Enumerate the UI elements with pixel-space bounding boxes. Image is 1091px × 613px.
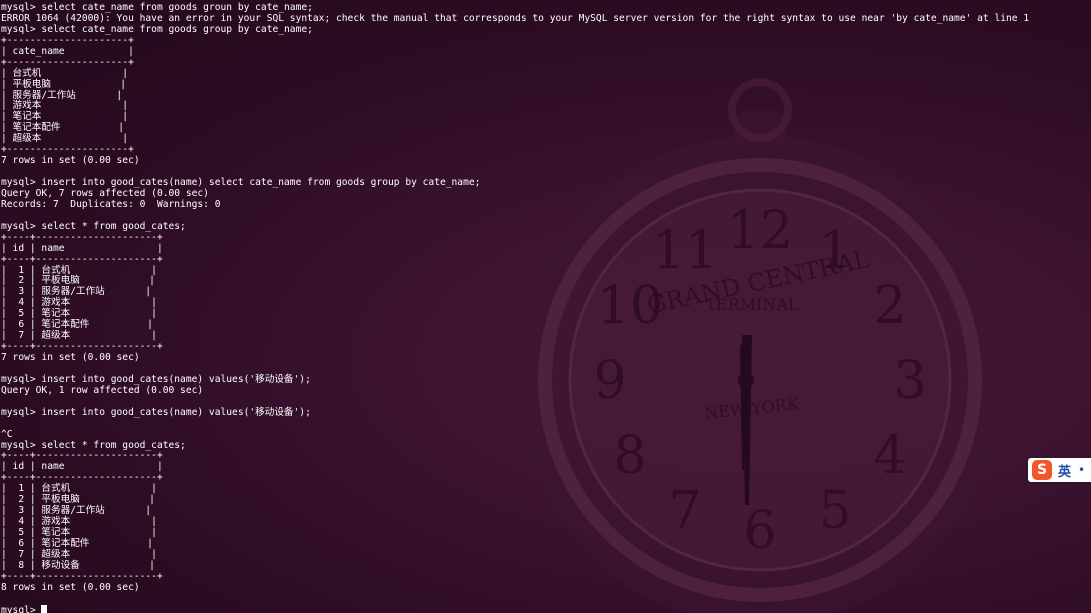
terminal-line: | 4 | 游戏本 | bbox=[1, 516, 157, 528]
input-method-indicator[interactable]: S 英 • bbox=[1028, 458, 1091, 482]
ime-mode-label[interactable]: 英 bbox=[1058, 461, 1071, 480]
terminal-line: | 5 | 笔记本 | bbox=[1, 527, 157, 538]
terminal-line: | 3 | 服务器/工作站 | bbox=[1, 505, 151, 517]
terminal-line: | 2 | 平板电脑 | bbox=[1, 494, 155, 506]
terminal-line: | 2 | 平板电脑 | bbox=[1, 275, 155, 287]
terminal-line: | 7 | 超级本 | bbox=[1, 548, 157, 560]
terminal-line: +---------------------+ bbox=[1, 56, 134, 68]
terminal-line: | cate_name | bbox=[1, 45, 134, 57]
terminal-line: ^C bbox=[1, 428, 13, 440]
sogou-logo-icon: S bbox=[1032, 460, 1052, 480]
terminal-line: mysql> select * from good_cates; bbox=[1, 439, 186, 451]
text-cursor bbox=[41, 604, 47, 613]
terminal-line: | 笔记本 | bbox=[1, 111, 128, 123]
terminal-line: 7 rows in set (0.00 sec) bbox=[1, 155, 140, 167]
terminal-window: 12 1 2 3 4 5 6 7 8 9 10 11 GRAND CENTRAL TERMINAL N… bbox=[0, 0, 1091, 613]
terminal-line: Records: 7 Duplicates: 0 Warnings: 0 bbox=[1, 198, 221, 210]
terminal-line: | 3 | 服务器/工作站 | bbox=[1, 286, 151, 298]
terminal-line: +----+---------------------+ bbox=[1, 472, 163, 484]
terminal-line: 8 rows in set (0.00 sec) bbox=[1, 581, 140, 593]
ime-dot-icon: • bbox=[1078, 463, 1086, 477]
terminal-line: 7 rows in set (0.00 sec) bbox=[1, 352, 140, 363]
terminal-line: | 笔记本配件 | bbox=[1, 122, 125, 134]
terminal-line: | 游戏本 | bbox=[1, 100, 128, 112]
terminal-output[interactable]: mysql> select cate_name from goods groun… bbox=[0, 0, 1091, 613]
terminal-line: | 8 | 移动设备 | bbox=[1, 559, 155, 571]
terminal-line: | 1 | 台式机 | bbox=[1, 483, 157, 495]
terminal-line: mysql> select cate_name from goods group… bbox=[1, 23, 313, 35]
terminal-line: +---------------------+ bbox=[1, 144, 134, 156]
terminal-prompt: mysql> bbox=[1, 604, 42, 613]
terminal-line: mysql> select * from good_cates; bbox=[1, 220, 186, 232]
terminal-line: +----+---------------------+ bbox=[1, 341, 163, 353]
terminal-line: | 7 | 超级本 | bbox=[1, 330, 157, 342]
terminal-line: mysql> insert into good_cates(name) valu… bbox=[1, 406, 311, 418]
terminal-line: +----+---------------------+ bbox=[1, 231, 163, 243]
terminal-line: | 台式机 | bbox=[1, 67, 128, 79]
terminal-line: +----+---------------------+ bbox=[1, 253, 163, 265]
terminal-line: | 6 | 笔记本配件 | bbox=[1, 319, 153, 331]
terminal-line: | 超级本 | bbox=[1, 133, 128, 145]
terminal-prompt-line[interactable]: mysql> bbox=[1, 604, 1091, 613]
terminal-line: | 5 | 笔记本 | bbox=[1, 308, 157, 320]
terminal-line: | id | name | bbox=[1, 242, 163, 254]
terminal-line: +----+---------------------+ bbox=[1, 450, 163, 462]
terminal-line: +---------------------+ bbox=[1, 34, 134, 46]
terminal-line: +----+---------------------+ bbox=[1, 570, 163, 582]
terminal-line: | 服务器/工作站 | bbox=[1, 89, 123, 101]
terminal-line: | id | name | bbox=[1, 461, 163, 473]
terminal-line: | 6 | 笔记本配件 | bbox=[1, 537, 153, 549]
terminal-line: | 1 | 台式机 | bbox=[1, 264, 157, 276]
terminal-line: Query OK, 1 row affected (0.00 sec) bbox=[1, 384, 204, 396]
terminal-line: | 平板电脑 | bbox=[1, 78, 127, 90]
terminal-line: | 4 | 游戏本 | bbox=[1, 297, 157, 309]
